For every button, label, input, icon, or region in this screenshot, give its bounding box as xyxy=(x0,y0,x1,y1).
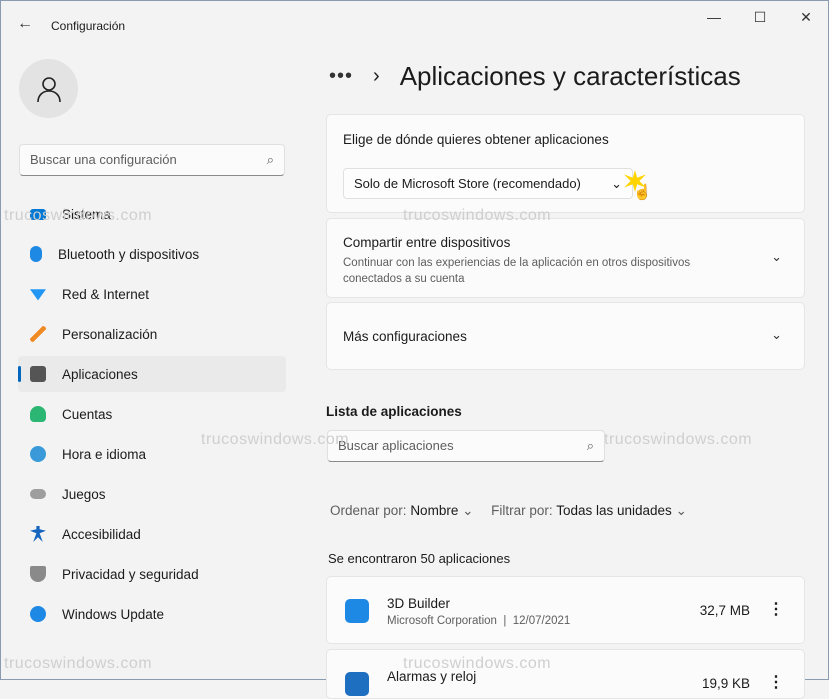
sort-dropdown[interactable]: Ordenar por: Nombre ⌄ xyxy=(330,503,473,518)
dropdown-value: Solo de Microsoft Store (recomendado) xyxy=(354,176,581,191)
globe-clock-icon xyxy=(30,446,46,462)
watermark: trucoswindows.com xyxy=(403,655,551,673)
app-size: 19,9 KB xyxy=(702,676,750,691)
sidebar-item-label: Hora e idioma xyxy=(62,447,146,462)
wifi-icon xyxy=(30,286,46,302)
app-count: Se encontraron 50 aplicaciones xyxy=(328,551,510,566)
hand-cursor-icon: ☝ xyxy=(633,183,652,201)
share-devices-card[interactable]: Compartir entre dispositivos Continuar c… xyxy=(326,218,805,298)
app-list-heading: Lista de aplicaciones xyxy=(326,404,462,419)
sidebar-item-bluetooth[interactable]: Bluetooth y dispositivos xyxy=(18,236,286,272)
app-publisher: Microsoft Corporation xyxy=(387,615,497,627)
share-description: Continuar con las experiencias de la apl… xyxy=(343,255,733,287)
app-source-label: Elige de dónde quieres obtener aplicacio… xyxy=(343,132,609,147)
avatar[interactable] xyxy=(19,59,78,118)
chevron-down-icon: ⌄ xyxy=(771,327,782,343)
sidebar-item-juegos[interactable]: Juegos xyxy=(18,476,286,512)
watermark: trucoswindows.com xyxy=(604,431,752,449)
app-meta: Microsoft Corporation | 12/07/2021 xyxy=(387,615,570,627)
sidebar-item-label: Privacidad y seguridad xyxy=(62,567,199,582)
sidebar-item-label: Personalización xyxy=(62,327,157,342)
brush-icon xyxy=(30,326,46,342)
chevron-right-icon: › xyxy=(373,65,380,88)
alarms-icon xyxy=(345,672,369,696)
app-source-card: Elige de dónde quieres obtener aplicacio… xyxy=(326,114,805,213)
gamepad-icon xyxy=(30,489,46,499)
maximize-button[interactable]: ☐ xyxy=(745,9,775,26)
filter-value: Todas las unidades xyxy=(556,503,672,518)
watermark: trucoswindows.com xyxy=(403,207,551,225)
more-settings-label: Más configuraciones xyxy=(343,329,467,344)
sidebar-item-label: Juegos xyxy=(62,487,106,502)
sidebar-item-label: Cuentas xyxy=(62,407,112,422)
app-search-input[interactable]: Buscar aplicaciones ⌕ xyxy=(327,430,605,462)
sort-label: Ordenar por: xyxy=(330,503,407,518)
sort-value: Nombre xyxy=(410,503,458,518)
sidebar-item-label: Bluetooth y dispositivos xyxy=(58,247,199,262)
sidebar-item-accesibilidad[interactable]: Accesibilidad xyxy=(18,516,286,552)
update-icon xyxy=(30,606,46,622)
breadcrumb: ••• › Aplicaciones y características xyxy=(329,61,741,92)
app-name: 3D Builder xyxy=(387,596,450,611)
user-icon xyxy=(34,74,64,104)
sidebar-item-label: Red & Internet xyxy=(62,287,149,302)
more-settings-card[interactable]: Más configuraciones ⌄ xyxy=(326,302,805,370)
sidebar-item-personalizacion[interactable]: Personalización xyxy=(18,316,286,352)
watermark: trucoswindows.com xyxy=(4,655,152,673)
3d-builder-icon xyxy=(345,599,369,623)
back-button[interactable]: ← xyxy=(17,15,33,33)
filter-label: Filtrar por: xyxy=(491,503,553,518)
apps-icon xyxy=(30,366,46,382)
sidebar-item-red[interactable]: Red & Internet xyxy=(18,276,286,312)
search-placeholder: Buscar una configuración xyxy=(30,152,177,168)
chevron-down-icon: ⌄ xyxy=(611,176,622,191)
search-icon: ⌕ xyxy=(587,438,594,454)
sidebar-item-privacidad[interactable]: Privacidad y seguridad xyxy=(18,556,286,592)
more-options-button[interactable]: ⋮ xyxy=(768,672,784,692)
sidebar-item-label: Aplicaciones xyxy=(62,367,138,382)
bluetooth-icon xyxy=(30,246,42,262)
sidebar-item-aplicaciones[interactable]: Aplicaciones xyxy=(18,356,286,392)
chevron-down-icon: ⌄ xyxy=(676,503,687,518)
sidebar-item-windows-update[interactable]: Windows Update xyxy=(18,596,286,632)
app-row[interactable]: Alarmas y reloj 19,9 KB ⋮ xyxy=(326,649,805,699)
minimize-button[interactable]: — xyxy=(699,9,729,25)
breadcrumb-more-button[interactable]: ••• xyxy=(329,65,353,88)
watermark: trucoswindows.com xyxy=(201,431,349,449)
app-row[interactable]: 3D Builder Microsoft Corporation | 12/07… xyxy=(326,576,805,644)
accessibility-icon xyxy=(30,526,46,542)
app-source-dropdown[interactable]: Solo de Microsoft Store (recomendado) ⌄ xyxy=(343,168,633,199)
app-date: 12/07/2021 xyxy=(513,615,571,627)
window-title: Configuración xyxy=(51,19,125,33)
filter-dropdown[interactable]: Filtrar por: Todas las unidades ⌄ xyxy=(491,503,687,518)
chevron-down-icon: ⌄ xyxy=(771,249,782,265)
sidebar-nav: Sistema Bluetooth y dispositivos Red & I… xyxy=(18,196,286,636)
search-icon: ⌕ xyxy=(267,152,274,168)
shield-icon xyxy=(30,566,46,582)
app-size: 32,7 MB xyxy=(700,603,750,618)
chevron-down-icon: ⌄ xyxy=(462,503,473,518)
share-label: Compartir entre dispositivos xyxy=(343,235,510,250)
sidebar-item-label: Accesibilidad xyxy=(62,527,141,542)
sidebar-item-cuentas[interactable]: Cuentas xyxy=(18,396,286,432)
page-title: Aplicaciones y características xyxy=(400,61,741,92)
sidebar-item-label: Windows Update xyxy=(62,607,164,622)
more-options-button[interactable]: ⋮ xyxy=(768,599,784,619)
watermark: trucoswindows.com xyxy=(4,207,152,225)
person-icon xyxy=(30,406,46,422)
close-button[interactable]: ✕ xyxy=(791,9,821,26)
settings-search-input[interactable]: Buscar una configuración ⌕ xyxy=(19,144,285,176)
list-filters: Ordenar por: Nombre ⌄ Filtrar por: Todas… xyxy=(330,503,687,519)
search-placeholder: Buscar aplicaciones xyxy=(338,438,454,454)
